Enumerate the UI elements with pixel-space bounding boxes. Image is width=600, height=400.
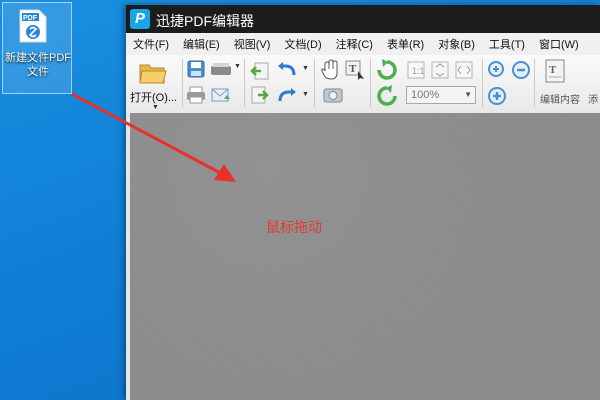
scan-dropdown-caret-icon[interactable]: ▼ <box>234 63 241 70</box>
toolbar-separator <box>482 59 483 107</box>
actual-size-icon[interactable]: 1:1 <box>406 60 426 80</box>
zoom-in-magnifier-icon[interactable] <box>486 59 508 81</box>
svg-text:1:1: 1:1 <box>412 66 425 76</box>
toolbar-separator <box>534 59 535 107</box>
select-text-icon[interactable]: T <box>344 59 366 81</box>
svg-text:T: T <box>549 64 557 76</box>
scan-icon[interactable] <box>210 61 232 77</box>
snapshot-icon[interactable] <box>322 85 344 105</box>
email-icon[interactable] <box>210 85 232 105</box>
toolbar-separator <box>370 59 371 107</box>
zoom-dropdown-caret-icon: ▼ <box>464 90 472 99</box>
undo-icon[interactable] <box>276 61 298 79</box>
desktop-icon-label-line1: 新建文件PDF <box>5 52 71 64</box>
window-title: 迅捷PDF编辑器 <box>156 13 254 29</box>
zoom-value: 100% <box>411 89 440 101</box>
open-dropdown-caret-icon[interactable]: ▼ <box>152 104 159 111</box>
add-label[interactable]: 添 <box>588 91 598 106</box>
edit-content-label[interactable]: 编辑内容 <box>540 91 580 106</box>
document-canvas[interactable]: 鼠标拖动 <box>126 113 600 400</box>
desktop-icon-label-line2: 文件 <box>27 66 49 78</box>
redo-icon[interactable] <box>276 87 298 105</box>
fit-page-icon[interactable] <box>430 60 450 80</box>
menu-document[interactable]: 文档(D) <box>277 36 328 52</box>
pdf-editor-window: P 迅捷PDF编辑器 文件(F) 编辑(E) 视图(V) 文档(D) 注释(C)… <box>126 5 600 400</box>
open-folder-icon[interactable] <box>138 59 168 87</box>
toolbar-separator <box>244 59 245 107</box>
menu-view[interactable]: 视图(V) <box>227 36 278 52</box>
zoom-select[interactable]: 100% ▼ <box>406 86 476 104</box>
pdf-badge: PDF <box>23 15 38 22</box>
save-icon[interactable] <box>186 59 206 79</box>
pdf-document-icon: PDF <box>19 9 47 43</box>
annotation-text: 鼠标拖动 <box>266 219 322 235</box>
svg-text:T: T <box>349 63 357 75</box>
redo-dropdown-caret-icon[interactable]: ▼ <box>302 91 309 98</box>
rotate-clockwise-icon[interactable] <box>376 59 398 81</box>
canvas-left-border <box>126 113 130 400</box>
menu-tools[interactable]: 工具(T) <box>482 36 532 52</box>
menu-comment[interactable]: 注释(C) <box>329 36 380 52</box>
menu-file[interactable]: 文件(F) <box>126 36 176 52</box>
menu-window[interactable]: 窗口(W) <box>532 36 586 52</box>
hand-tool-icon[interactable] <box>320 59 340 81</box>
menu-object[interactable]: 对象(B) <box>431 36 482 52</box>
fit-width-icon[interactable] <box>454 60 474 80</box>
edit-content-icon[interactable]: T <box>544 58 568 84</box>
open-button-label[interactable]: 打开(O)... <box>130 89 177 105</box>
menu-form[interactable]: 表单(R) <box>380 36 431 52</box>
zoom-out-icon[interactable] <box>510 59 532 81</box>
menu-edit[interactable]: 编辑(E) <box>176 36 227 52</box>
zoom-in-icon[interactable] <box>486 85 508 107</box>
desktop-icon-label: 新建文件PDF 文件 <box>3 51 73 79</box>
rotate-counterclockwise-icon[interactable] <box>376 85 398 107</box>
next-page-icon[interactable] <box>250 85 270 105</box>
toolbar-separator <box>182 59 183 107</box>
app-logo-icon: P <box>130 9 150 29</box>
print-icon[interactable] <box>186 85 206 105</box>
toolbar-separator <box>314 59 315 107</box>
desktop-pdf-file-icon[interactable]: PDF 新建文件PDF 文件 <box>2 2 72 94</box>
previous-page-icon[interactable] <box>250 61 270 81</box>
toolbar: 打开(O)... ▼ ▼ ▼ ▼ T 1:1 100% ▼ T 编辑内容 添 <box>126 55 600 114</box>
menu-bar: 文件(F) 编辑(E) 视图(V) 文档(D) 注释(C) 表单(R) 对象(B… <box>126 33 600 55</box>
title-bar[interactable]: P 迅捷PDF编辑器 <box>126 5 600 33</box>
undo-dropdown-caret-icon[interactable]: ▼ <box>302 65 309 72</box>
